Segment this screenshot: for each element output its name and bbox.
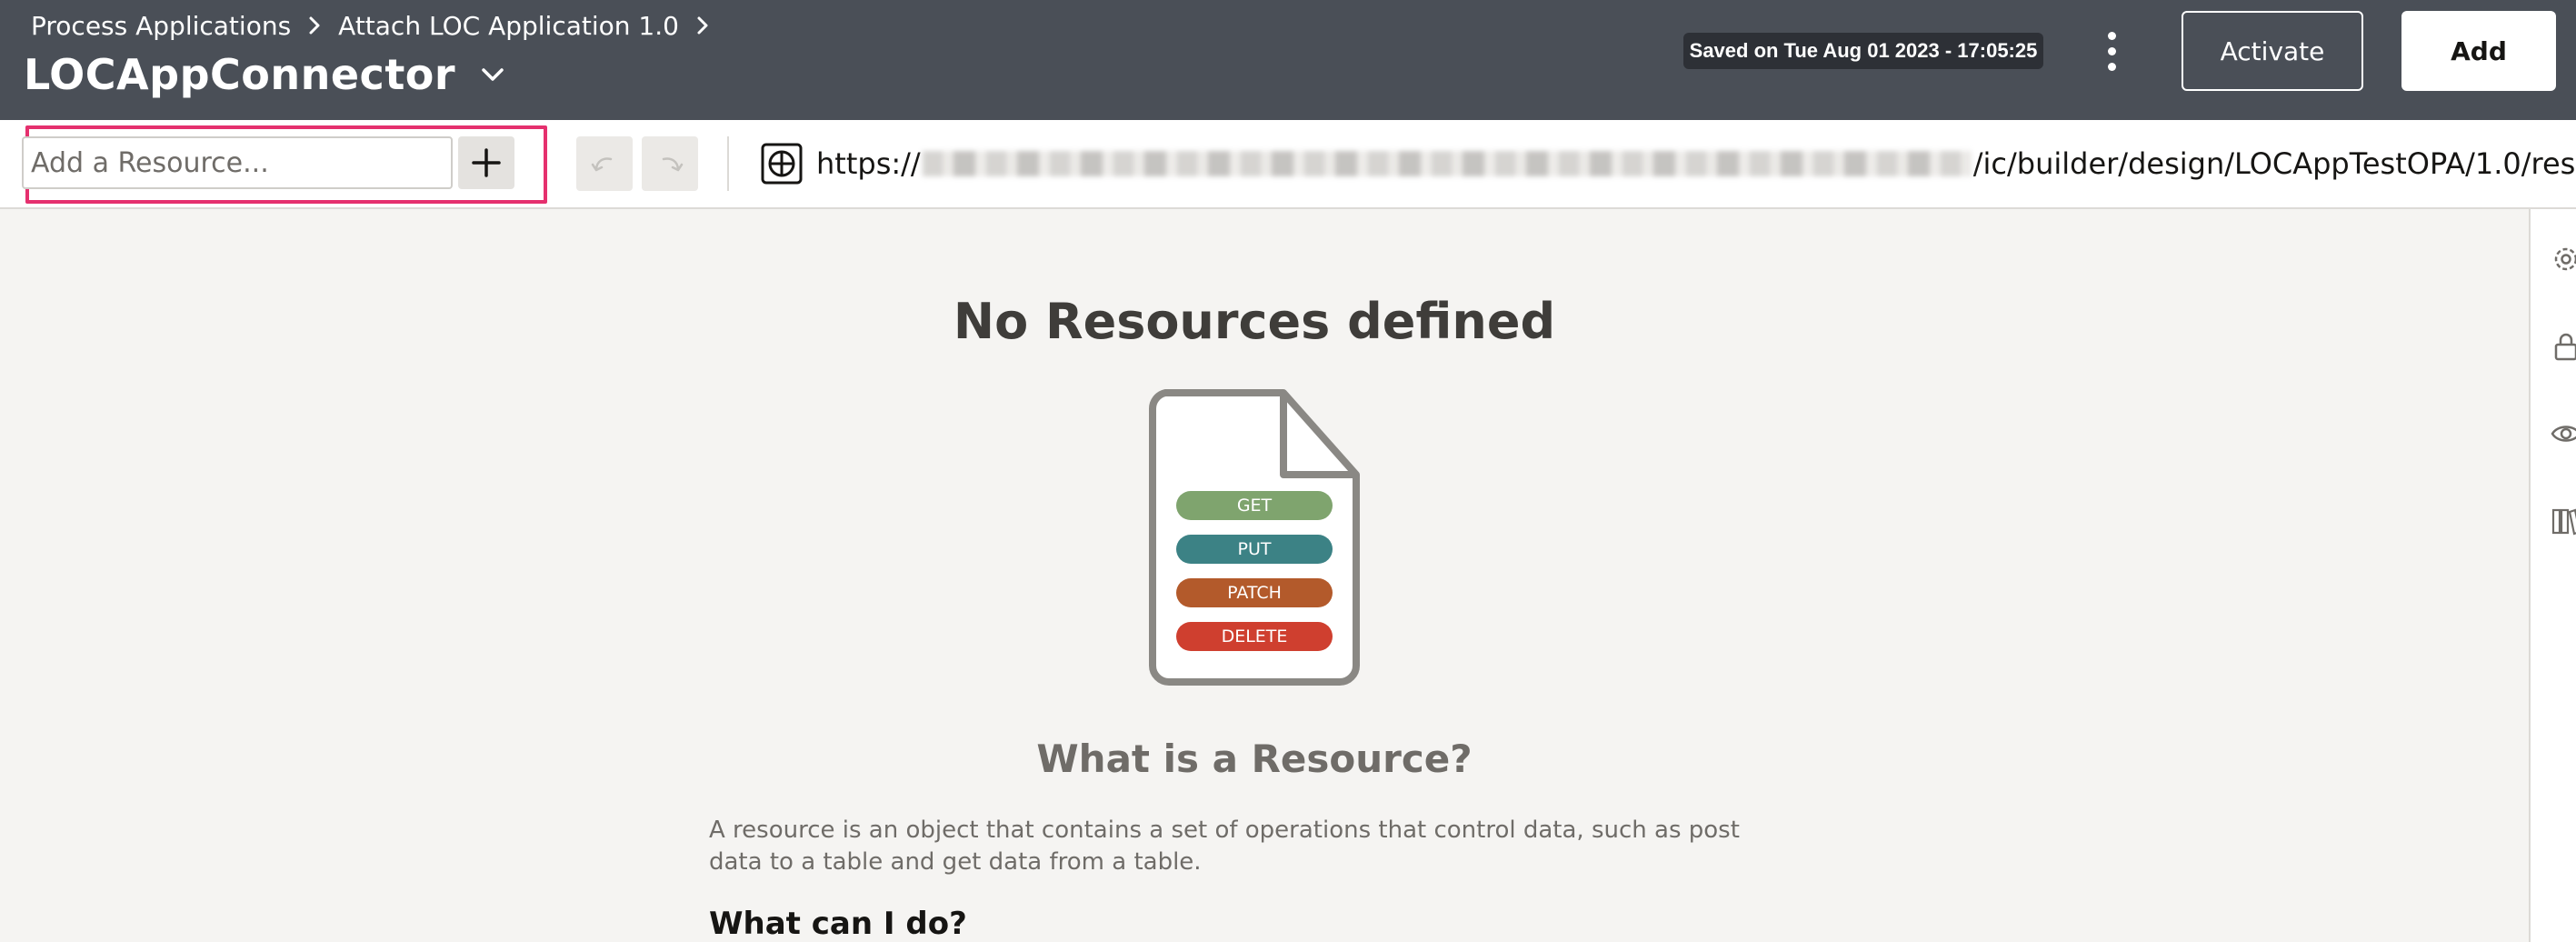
page-title: LOCAppConnector (24, 50, 456, 99)
activate-button[interactable]: Activate (2182, 11, 2363, 91)
add-resource-input[interactable] (22, 136, 453, 189)
chevron-down-icon[interactable] (479, 65, 506, 84)
title-row: LOCAppConnector (24, 45, 506, 104)
operation-patch-badge: PATCH (1176, 578, 1333, 607)
app-header: Process Applications Attach LOC Applicat… (0, 0, 2576, 120)
redo-button[interactable] (642, 136, 698, 191)
toolbar-divider (727, 136, 729, 191)
url-suffix: /ic/builder/design/LOCAppTestOPA/1.0/res… (1972, 146, 2576, 181)
url-prefix: https:// (816, 146, 921, 181)
resource-description: A resource is an object that contains a … (709, 817, 1740, 876)
chevron-right-icon (307, 15, 322, 36)
undo-icon (591, 157, 613, 172)
operation-put-badge: PUT (1176, 535, 1333, 564)
operation-get-badge: GET (1176, 491, 1333, 520)
more-options-icon[interactable] (2096, 25, 2127, 76)
empty-state-title: No Resources defined (953, 293, 1556, 350)
endpoint-icon (761, 143, 803, 185)
breadcrumb-process-applications[interactable]: Process Applications (31, 11, 291, 41)
settings-icon[interactable] (2551, 244, 2576, 275)
undo-button[interactable] (576, 136, 633, 191)
resource-toolbar: https:// /ic/builder/design/LOCAppTestOP… (0, 120, 2576, 209)
breadcrumb: Process Applications Attach LOC Applicat… (31, 7, 710, 44)
resource-url: https:// /ic/builder/design/LOCAppTestOP… (816, 140, 2576, 187)
what-is-resource-heading: What is a Resource? (1036, 737, 1473, 781)
side-rail (2529, 209, 2576, 942)
plus-icon (472, 148, 501, 177)
chevron-right-icon (695, 15, 710, 36)
eye-icon[interactable] (2551, 418, 2576, 449)
add-resource-button[interactable] (458, 136, 514, 189)
breadcrumb-application[interactable]: Attach LOC Application 1.0 (338, 11, 679, 41)
redo-icon (662, 157, 684, 172)
add-button[interactable]: Add (2401, 11, 2556, 91)
operation-delete-badge: DELETE (1176, 622, 1333, 651)
what-can-i-do-heading: What can I do? (709, 906, 967, 942)
library-icon[interactable] (2551, 506, 2576, 536)
saved-status-badge: Saved on Tue Aug 01 2023 - 17:05:25 (1683, 33, 2043, 69)
url-redacted (922, 151, 1972, 176)
lock-icon[interactable] (2551, 331, 2576, 362)
